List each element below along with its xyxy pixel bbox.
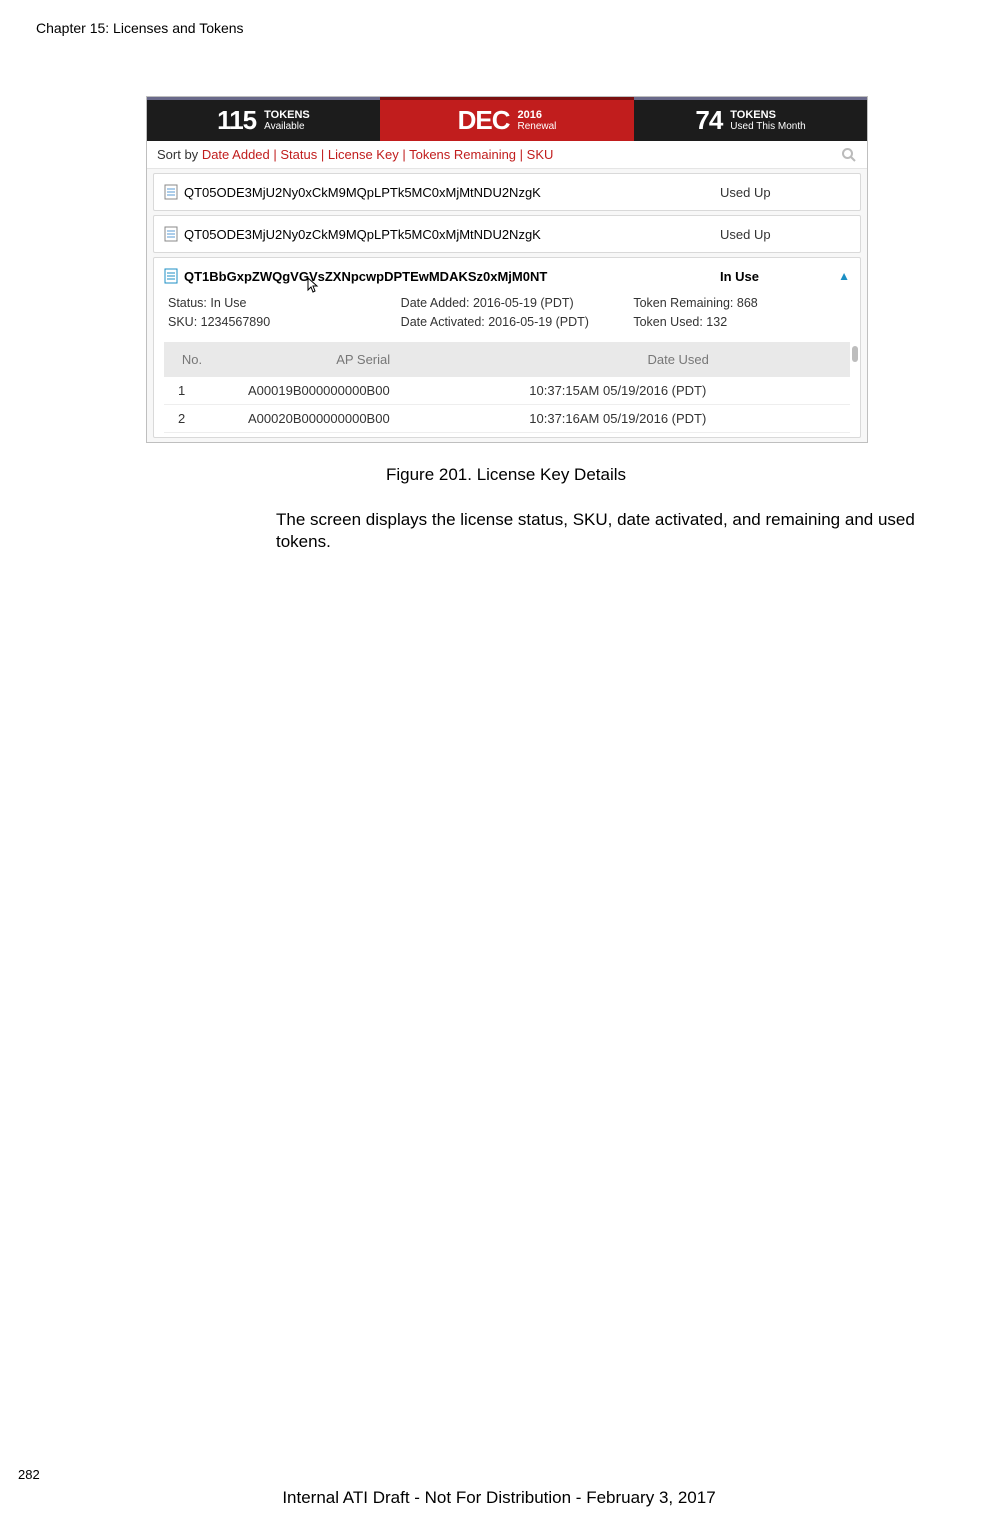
license-key: QT1BbGxpZWQgVGVsZXNpcwpDPTEwMDAKSz0xMjM0… [184, 269, 720, 284]
sort-row: Sort by Date Added | Status | License Ke… [147, 141, 867, 169]
ap-usage-table: No. AP Serial Date Used 1 A00019B0000000… [164, 342, 850, 433]
detail-token-used: Token Used: 132 [633, 313, 846, 332]
detail-date-activated: Date Activated: 2016-05-19 (PDT) [401, 313, 614, 332]
license-status: Used Up [720, 185, 850, 200]
sort-link-tokens-remaining[interactable]: Tokens Remaining [409, 147, 516, 162]
sort-link-sku[interactable]: SKU [527, 147, 554, 162]
chevron-up-icon[interactable]: ▲ [838, 269, 850, 283]
stats-bar: 115 TOKENSAvailable DEC 2016Renewal 74 T… [147, 97, 867, 141]
license-row-expanded: QT1BbGxpZWQgVGVsZXNpcwpDPTEwMDAKSz0xMjM0… [153, 257, 861, 438]
cursor-icon [304, 276, 322, 298]
detail-sku: SKU: 1234567890 [168, 313, 381, 332]
th-date: Date Used [506, 352, 850, 367]
table-header: No. AP Serial Date Used [164, 342, 850, 377]
scrollbar-thumb[interactable] [852, 346, 858, 362]
license-screenshot: 115 TOKENSAvailable DEC 2016Renewal 74 T… [146, 96, 868, 443]
table-row: 1 A00019B000000000B00 10:37:15AM 05/19/2… [164, 377, 850, 405]
th-serial: AP Serial [220, 352, 506, 367]
detail-token-remaining: Token Remaining: 868 [633, 294, 846, 313]
stat-renewal: DEC 2016Renewal [380, 97, 634, 141]
license-status: Used Up [720, 227, 850, 242]
sort-link-date-added[interactable]: Date Added [202, 147, 270, 162]
stat-tokens-used: 74 TOKENSUsed This Month [634, 97, 867, 141]
figure-caption: Figure 201. License Key Details [146, 465, 866, 485]
document-icon [164, 226, 178, 242]
stat-label: 2016Renewal [517, 109, 556, 132]
cell-no: 1 [164, 383, 234, 398]
details-col-dates: Date Added: 2016-05-19 (PDT) Date Activa… [401, 294, 614, 332]
sort-link-status[interactable]: Status [280, 147, 317, 162]
details-col-tokens: Token Remaining: 868 Token Used: 132 [633, 294, 846, 332]
cell-date: 10:37:16AM 05/19/2016 (PDT) [515, 411, 850, 426]
detail-status: Status: In Use [168, 294, 381, 313]
chapter-title: Chapter 15: Licenses and Tokens [36, 20, 962, 36]
license-details: Status: In Use SKU: 1234567890 Date Adde… [154, 290, 860, 342]
table-row: 2 A00020B000000000B00 10:37:16AM 05/19/2… [164, 405, 850, 433]
cell-date: 10:37:15AM 05/19/2016 (PDT) [515, 383, 850, 398]
license-row[interactable]: QT05ODE3MjU2Ny0xCkM9MQpLPTk5MC0xMjMtNDU2… [153, 173, 861, 211]
stat-label: TOKENSAvailable [264, 109, 310, 132]
body-paragraph: The screen displays the license status, … [276, 509, 956, 555]
license-status: In Use [720, 269, 850, 284]
stat-value: DEC [458, 105, 510, 136]
stat-label: TOKENSUsed This Month [730, 109, 805, 132]
detail-date-added: Date Added: 2016-05-19 (PDT) [401, 294, 614, 313]
scrollbar[interactable] [850, 342, 858, 433]
page-number: 282 [18, 1467, 40, 1482]
license-row[interactable]: QT05ODE3MjU2Ny0zCkM9MQpLPTk5MC0xMjMtNDU2… [153, 215, 861, 253]
license-key: QT05ODE3MjU2Ny0zCkM9MQpLPTk5MC0xMjMtNDU2… [184, 227, 720, 242]
search-icon[interactable] [841, 147, 857, 163]
license-key: QT05ODE3MjU2Ny0xCkM9MQpLPTk5MC0xMjMtNDU2… [184, 185, 720, 200]
sort-link-license-key[interactable]: License Key [328, 147, 399, 162]
stat-tokens-available: 115 TOKENSAvailable [147, 97, 380, 141]
footer-text: Internal ATI Draft - Not For Distributio… [0, 1488, 998, 1508]
th-no: No. [164, 352, 220, 367]
cell-serial: A00019B000000000B00 [234, 383, 515, 398]
stat-value: 115 [217, 105, 256, 136]
stat-value: 74 [695, 105, 722, 136]
license-row-header[interactable]: QT1BbGxpZWQgVGVsZXNpcwpDPTEwMDAKSz0xMjM0… [154, 258, 860, 290]
cell-no: 2 [164, 411, 234, 426]
details-col-status: Status: In Use SKU: 1234567890 [168, 294, 381, 332]
document-icon [164, 268, 178, 284]
document-icon [164, 184, 178, 200]
cell-serial: A00020B000000000B00 [234, 411, 515, 426]
sort-prefix: Sort by [157, 147, 198, 162]
